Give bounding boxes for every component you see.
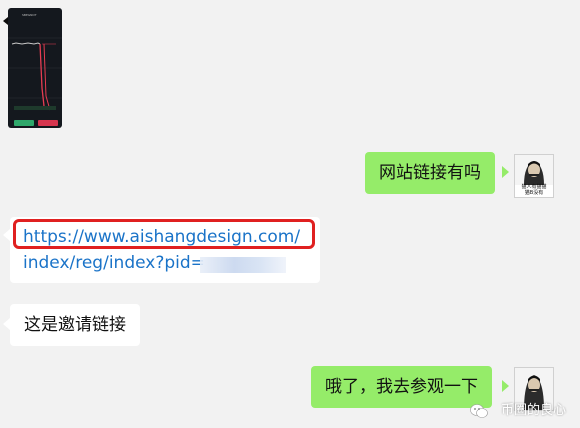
bubble-tail-icon — [3, 318, 10, 330]
avatar[interactable]: 猫人有猫猫 猫B没有 — [514, 154, 554, 198]
bubble-tail-icon — [502, 166, 509, 178]
link-line-2[interactable]: index/reg/index?pid= — [23, 251, 205, 275]
message-text: 这是邀请链接 — [24, 315, 126, 335]
avatar-caption-line2: 猫B没有 — [524, 190, 544, 196]
thumbnail-title: SBEGNOT — [22, 13, 37, 17]
chat-bubble-outgoing[interactable]: 哦了，我去参观一下 — [311, 366, 492, 408]
thumbnail-buy-button — [14, 120, 34, 126]
message-text: 哦了，我去参观一下 — [325, 377, 478, 397]
message-text: 网站链接有吗 — [379, 163, 481, 183]
thumbnail-sell-button — [38, 120, 58, 126]
wechat-icon — [470, 404, 488, 418]
thumbnail-caret-icon — [3, 17, 8, 25]
chat-bubble-incoming[interactable]: 这是邀请链接 — [10, 304, 140, 346]
link-highlight-box — [13, 219, 315, 249]
bubble-tail-icon — [502, 380, 509, 392]
image-message-thumbnail[interactable]: SBEGNOT — [8, 8, 62, 128]
redacted-pid-blur — [200, 257, 286, 273]
watermark-text: 币圈的良心 — [500, 403, 566, 418]
chart-thumbnail-icon — [8, 37, 62, 111]
bubble-tail-icon — [3, 229, 10, 241]
chat-bubble-outgoing[interactable]: 网站链接有吗 — [365, 152, 495, 194]
